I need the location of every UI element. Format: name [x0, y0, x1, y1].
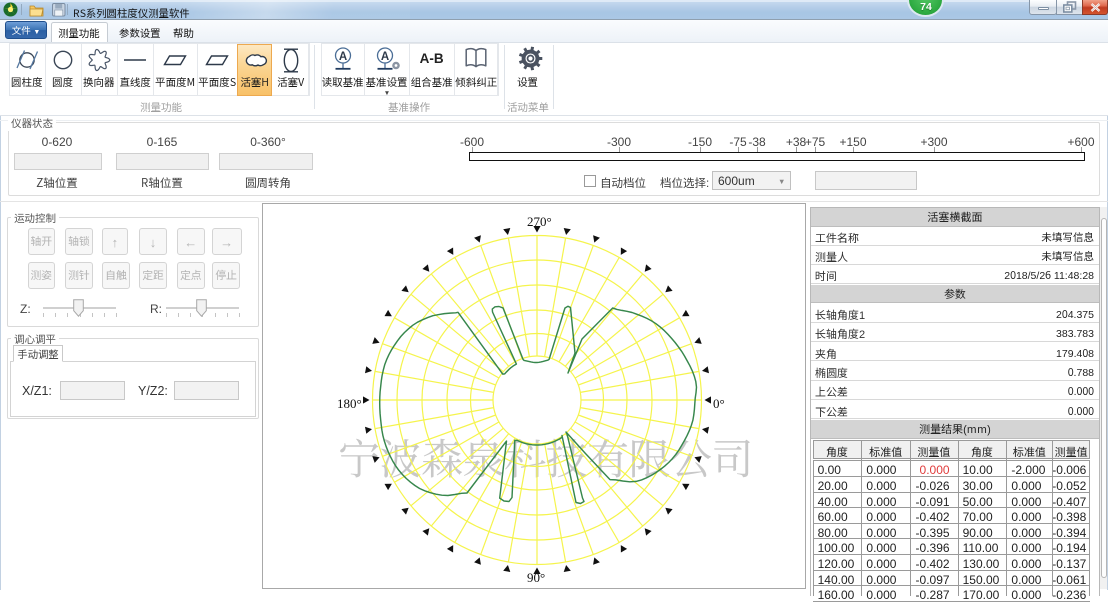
- svg-text:A: A: [380, 51, 388, 63]
- svg-text:A: A: [338, 51, 346, 63]
